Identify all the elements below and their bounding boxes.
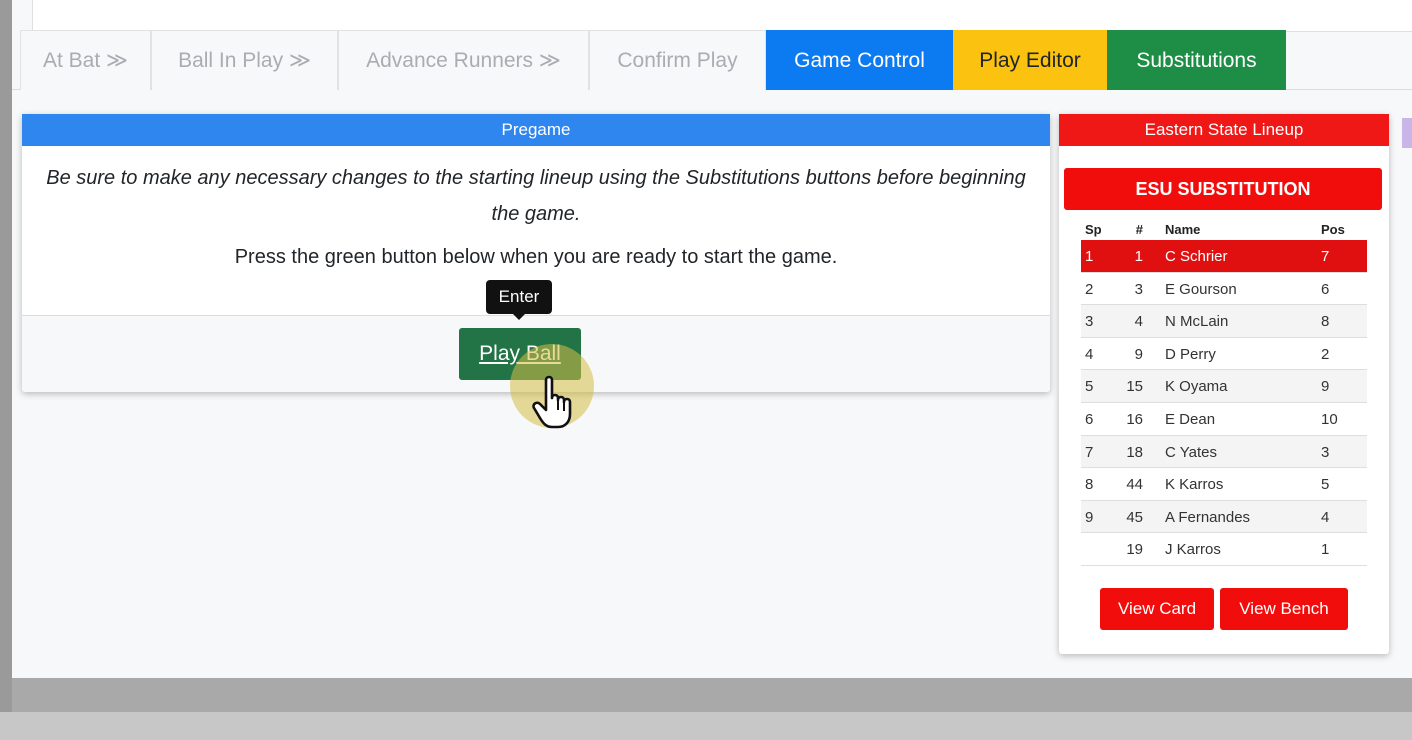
- row-name: C Schrier: [1165, 248, 1228, 265]
- header-pos: Pos: [1321, 222, 1345, 237]
- view-card-button[interactable]: View Card: [1100, 588, 1214, 630]
- row-name: K Oyama: [1165, 378, 1228, 396]
- row-number: 18: [1126, 443, 1143, 461]
- row-number: 9: [1134, 345, 1143, 363]
- enter-tooltip: Enter: [486, 280, 552, 320]
- app-window: At Bat ≫ Ball In Play ≫ Advance Runners …: [12, 0, 1412, 678]
- lineup-panel: Eastern State Lineup ESU SUBSTITUTION Sp…: [1059, 114, 1389, 654]
- next-panel-edge: [1402, 118, 1412, 148]
- table-row[interactable]: 4 9 D Perry 2: [1081, 338, 1367, 371]
- header-number: #: [1135, 222, 1143, 237]
- row-number: 16: [1126, 410, 1143, 428]
- roster-header: Sp # Name Pos: [1081, 218, 1367, 240]
- row-sp: 4: [1085, 345, 1094, 363]
- row-pos: 10: [1321, 410, 1338, 428]
- row-name: J Karros: [1165, 541, 1221, 559]
- row-pos: 4: [1321, 508, 1330, 526]
- row-sp: 5: [1085, 378, 1094, 396]
- row-number: 4: [1134, 313, 1143, 331]
- top-bar: [32, 0, 1412, 32]
- table-row[interactable]: 9 45 A Fernandes 4: [1081, 500, 1367, 534]
- row-sp: 9: [1085, 508, 1094, 526]
- header-name: Name: [1165, 222, 1201, 237]
- row-sp: 6: [1085, 410, 1094, 428]
- workflow-tabs: At Bat ≫ Ball In Play ≫ Advance Runners …: [12, 30, 1412, 90]
- row-pos: 3: [1321, 443, 1330, 461]
- pregame-title: Pregame: [22, 114, 1050, 146]
- row-pos: 1: [1321, 541, 1330, 559]
- table-row[interactable]: 7 18 C Yates 3: [1081, 435, 1367, 469]
- row-sp: 3: [1085, 313, 1094, 331]
- start-instructions: Press the green button below when you ar…: [234, 246, 838, 268]
- row-name: D Perry: [1165, 345, 1216, 363]
- row-number: 15: [1126, 378, 1143, 396]
- row-pos: 7: [1321, 248, 1330, 265]
- pointer-hand-icon: [532, 375, 572, 429]
- row-sp: 8: [1085, 476, 1094, 494]
- row-number: 45: [1126, 508, 1143, 526]
- tab-confirm-play[interactable]: Confirm Play: [589, 30, 766, 90]
- row-name: N McLain: [1165, 313, 1229, 331]
- row-name: C Yates: [1165, 443, 1217, 461]
- tab-play-editor[interactable]: Play Editor: [953, 30, 1107, 90]
- window-left-edge: [0, 0, 12, 740]
- tab-advance-runners[interactable]: Advance Runners ≫: [338, 30, 589, 90]
- header-sp: Sp: [1085, 222, 1102, 237]
- table-row[interactable]: 1 1 C Schrier 7: [1081, 240, 1367, 273]
- row-name: K Karros: [1165, 476, 1224, 494]
- row-name: E Dean: [1165, 410, 1216, 428]
- tab-at-bat[interactable]: At Bat ≫: [20, 30, 151, 90]
- row-pos: 5: [1321, 476, 1330, 494]
- row-pos: 6: [1321, 280, 1330, 298]
- esu-substitution-button[interactable]: ESU SUBSTITUTION: [1064, 168, 1382, 210]
- row-pos: 2: [1321, 345, 1330, 363]
- table-row[interactable]: 8 44 K Karros 5: [1081, 468, 1367, 501]
- row-pos: 8: [1321, 313, 1330, 331]
- lineup-instructions: Be sure to make any necessary changes to…: [46, 167, 1026, 225]
- roster-list: 1 1 C Schrier 7 2 3 E Gourson 6 3 4 N Mc…: [1081, 240, 1367, 566]
- row-number: 19: [1126, 541, 1143, 559]
- row-sp: 7: [1085, 443, 1094, 461]
- tab-ball-in-play[interactable]: Ball In Play ≫: [151, 30, 338, 90]
- row-name: A Fernandes: [1165, 508, 1251, 526]
- row-sp: 1: [1085, 248, 1094, 265]
- row-number: 44: [1126, 476, 1143, 494]
- row-pos: 9: [1321, 378, 1330, 396]
- table-row[interactable]: 6 16 E Dean 10: [1081, 403, 1367, 436]
- tab-game-control[interactable]: Game Control: [766, 30, 953, 90]
- row-number: 3: [1134, 280, 1143, 298]
- table-row[interactable]: 19 J Karros 1: [1081, 533, 1367, 566]
- view-bench-button[interactable]: View Bench: [1220, 588, 1348, 630]
- row-name: E Gourson: [1165, 280, 1237, 298]
- table-row[interactable]: 5 15 K Oyama 9: [1081, 370, 1367, 403]
- window-bottom-band: [0, 712, 1412, 740]
- row-number: 1: [1134, 248, 1143, 265]
- tab-substitutions[interactable]: Substitutions: [1107, 30, 1286, 90]
- table-row[interactable]: 2 3 E Gourson 6: [1081, 273, 1367, 306]
- row-sp: 2: [1085, 280, 1094, 298]
- lineup-title: Eastern State Lineup: [1059, 114, 1389, 146]
- table-row[interactable]: 3 4 N McLain 8: [1081, 305, 1367, 338]
